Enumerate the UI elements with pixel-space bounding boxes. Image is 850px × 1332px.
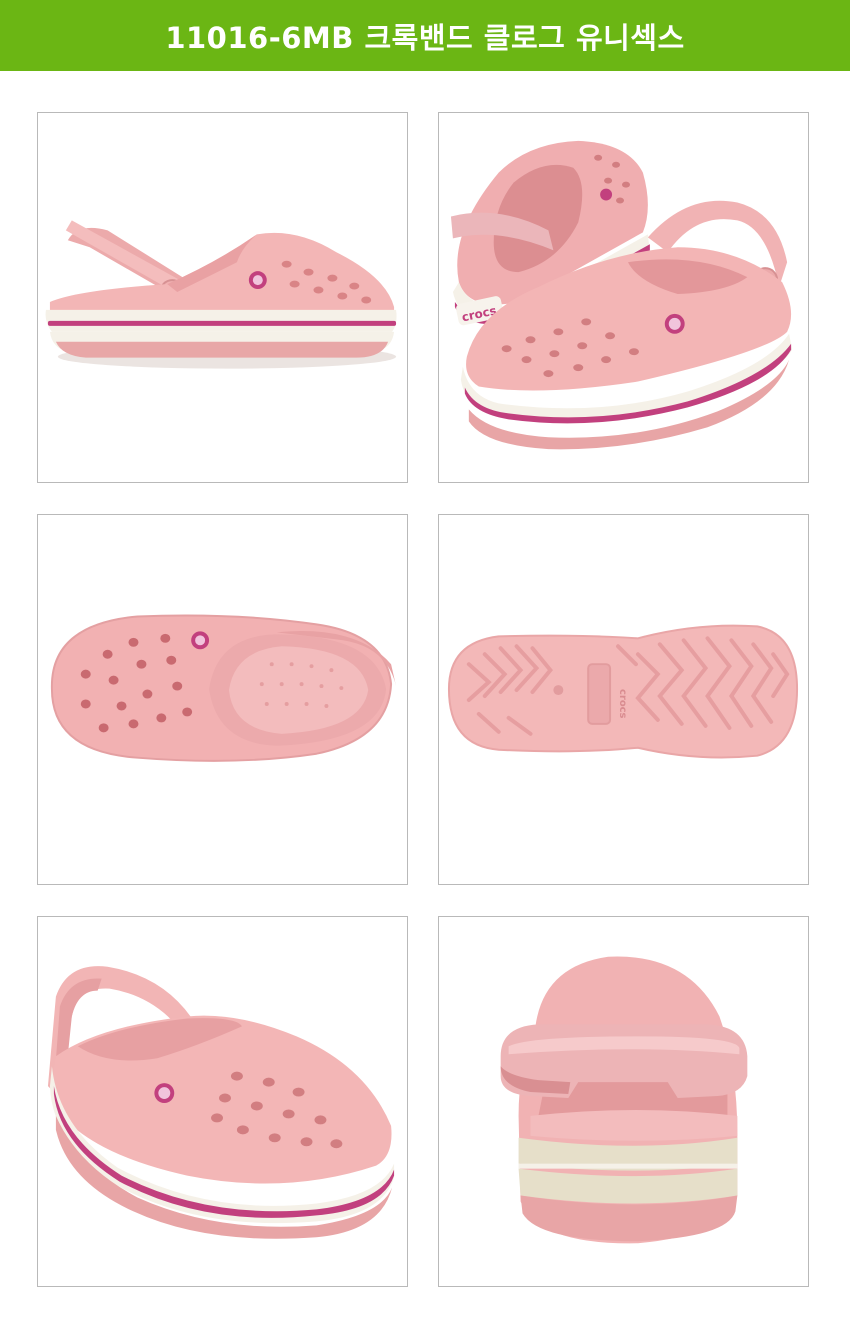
product-image-top [37, 514, 408, 885]
clog-top-illustration [50, 614, 397, 762]
page-header: 11016-6MB 크록밴드 클로그 유니섹스 [0, 0, 850, 71]
clog-three-quarter-illustration [47, 966, 395, 1239]
product-image-angled-pair: crocs [438, 112, 809, 483]
product-image-three-quarter [37, 916, 408, 1287]
clog-side-illustration [45, 220, 397, 369]
sole-crocs-text: crocs [617, 689, 628, 719]
product-image-sole: crocs [438, 514, 809, 885]
clog-pair-illustration: crocs [450, 140, 793, 450]
product-title: 11016-6MB 크록밴드 클로그 유니섹스 [165, 20, 685, 55]
clog-sole-illustration: crocs [447, 624, 799, 759]
clog-back-illustration [500, 956, 748, 1244]
product-image-side [37, 112, 408, 483]
product-image-back [438, 916, 809, 1287]
